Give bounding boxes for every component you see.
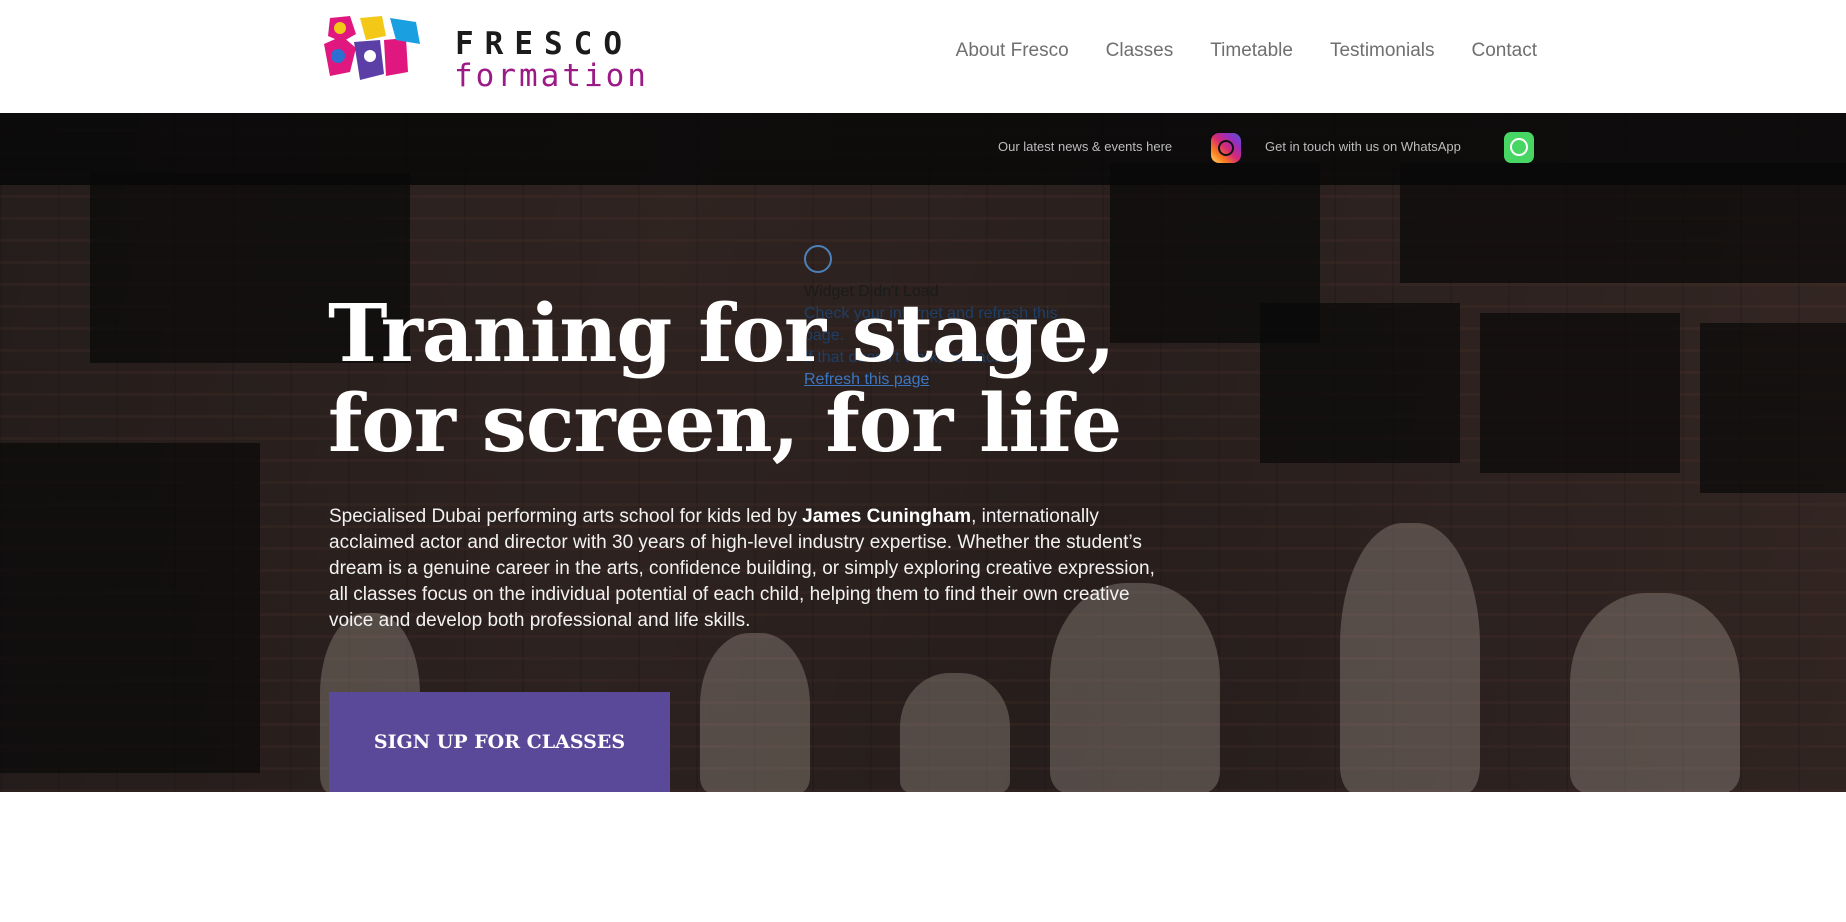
instagram-icon[interactable] [1211,133,1241,163]
nav-timetable[interactable]: Timetable [1210,40,1293,62]
news-text: Our latest news & events here [998,139,1173,154]
bg-figure [1570,593,1740,792]
bg-figure [900,673,1010,792]
logo[interactable]: FRESCO formation [320,14,650,94]
nav-testimonials[interactable]: Testimonials [1330,40,1435,62]
headline-line-1: Traning for stage, [328,286,1115,380]
bg-window [1480,313,1680,473]
bg-window [1700,323,1846,493]
hero-section: Our latest news & events here Get in tou… [0,113,1846,792]
signup-button[interactable]: SIGN UP FOR CLASSES [329,692,670,792]
whatsapp-text: Get in touch with us on WhatsApp [1265,139,1461,154]
nav-classes[interactable]: Classes [1106,40,1174,62]
bg-figure [1340,523,1480,792]
logo-mark-icon [324,16,420,80]
bg-window [1260,303,1460,463]
bg-figure [700,633,810,792]
logo-word-formation: formation [454,58,649,94]
nav-about[interactable]: About Fresco [956,40,1069,62]
nav-contact[interactable]: Contact [1472,40,1537,62]
headline-line-2: for screen, for life [328,376,1122,470]
main-nav: About Fresco Classes Timetable Testimoni… [956,40,1537,62]
social-bar: Our latest news & events here Get in tou… [0,113,1846,185]
logo-word-fresco: FRESCO [455,26,633,62]
intro-name: James Cuningham [802,506,972,527]
intro-text-start: Specialised Dubai performing arts school… [329,506,803,527]
site-header: FRESCO formation About Fresco Classes Ti… [0,0,1846,113]
bg-window [0,443,260,773]
whatsapp-icon[interactable] [1504,132,1534,163]
loading-icon [804,245,832,273]
hero-intro: Specialised Dubai performing arts school… [329,504,1159,634]
hero-headline: Traning for stage, for screen, for life [328,286,1122,470]
